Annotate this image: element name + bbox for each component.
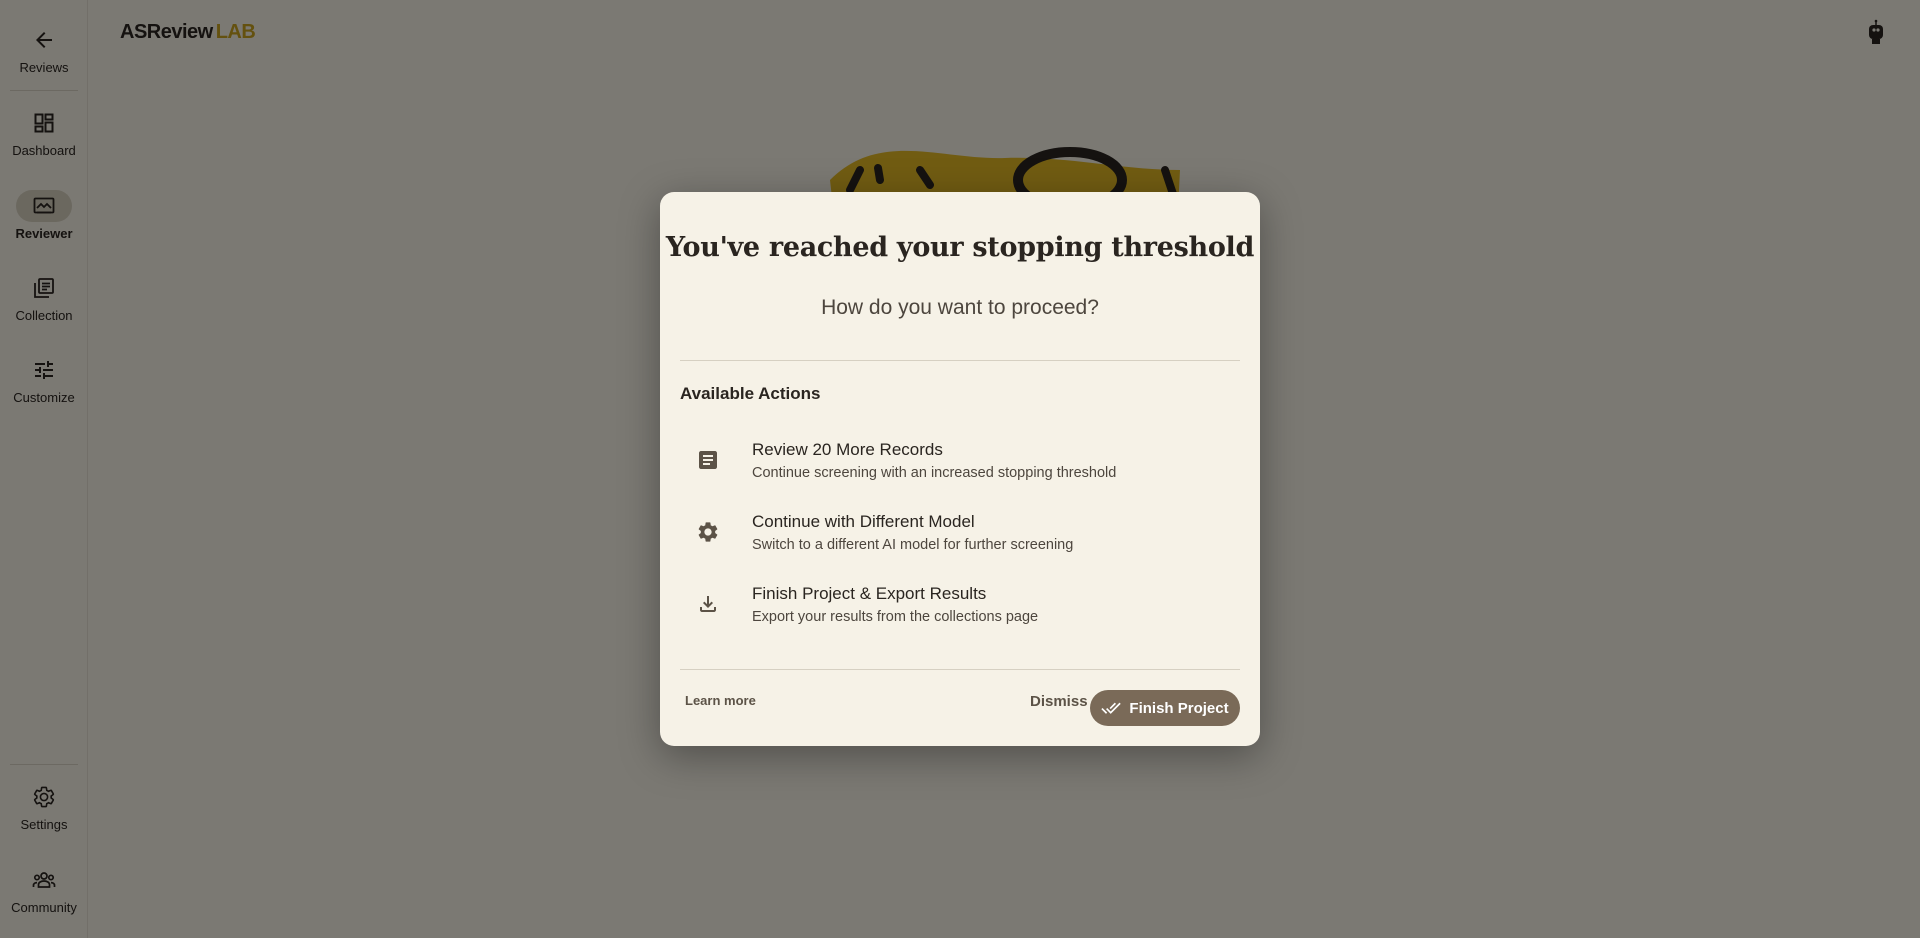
action-title: Continue with Different Model xyxy=(752,511,975,531)
dialog-subtitle: How do you want to proceed? xyxy=(821,296,1099,319)
done-all-icon xyxy=(1101,702,1122,714)
section-title: Available Actions xyxy=(680,384,821,403)
gear-icon xyxy=(680,520,736,544)
dialog-divider xyxy=(680,360,1240,361)
dismiss-button[interactable]: Dismiss xyxy=(1022,689,1096,714)
action-title: Review 20 More Records xyxy=(752,439,943,459)
action-description: Switch to a different AI model for furth… xyxy=(752,536,1074,553)
dialog-divider xyxy=(680,669,1240,670)
continue-different-model-action[interactable]: Continue with Different Model Switch to … xyxy=(680,500,1240,564)
action-description: Continue screening with an increased sto… xyxy=(752,464,1117,481)
article-icon xyxy=(680,448,736,472)
finish-project-label: Finish Project xyxy=(1129,699,1229,717)
download-icon xyxy=(680,592,736,616)
learn-more-button[interactable]: Learn more xyxy=(680,689,761,712)
stopping-threshold-dialog: You've reached your stopping threshold H… xyxy=(660,192,1260,746)
action-title: Finish Project & Export Results xyxy=(752,583,987,603)
dialog-title: You've reached your stopping threshold xyxy=(665,232,1255,263)
action-description: Export your results from the collections… xyxy=(752,608,1039,625)
finish-project-button[interactable]: Finish Project xyxy=(1090,690,1240,726)
finish-export-action[interactable]: Finish Project & Export Results Export y… xyxy=(680,572,1240,636)
review-more-records-action[interactable]: Review 20 More Records Continue screenin… xyxy=(680,428,1240,492)
